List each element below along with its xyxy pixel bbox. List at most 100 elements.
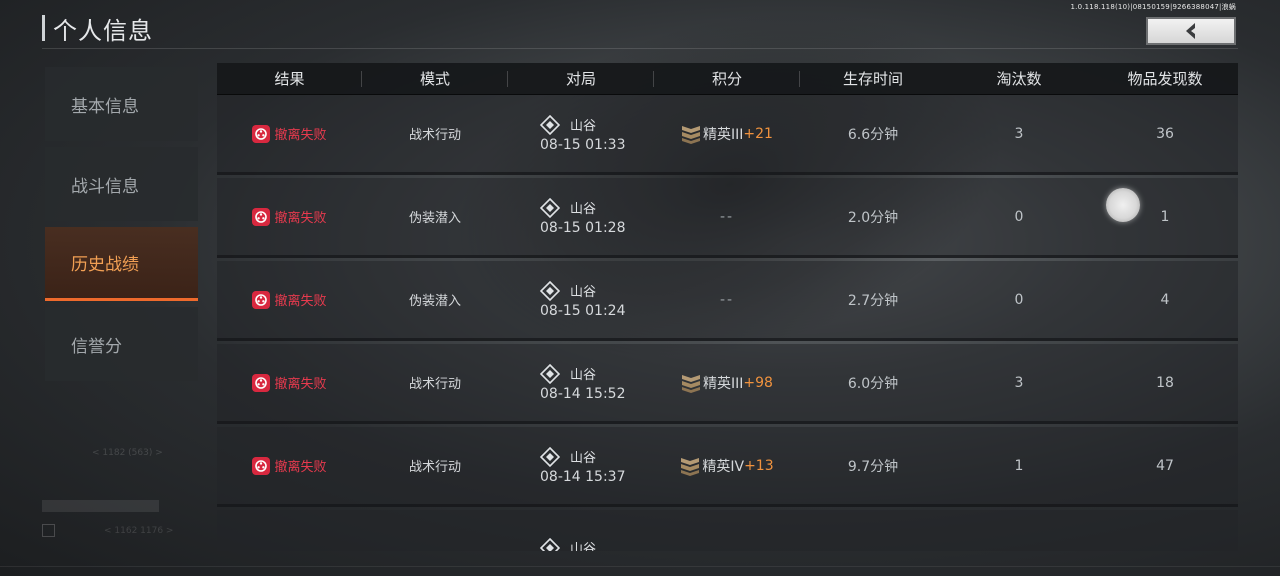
survival-cell: 9.7分钟 <box>800 456 946 476</box>
match-cell: 山谷 08-15 01:24 <box>508 280 654 319</box>
score-empty: -- <box>719 208 735 225</box>
rank-badge-icon <box>680 455 700 477</box>
column-header-score: 积分 <box>654 63 800 95</box>
score-cell: 精英III +21 <box>654 123 800 145</box>
sidebar-item-basic-info[interactable]: 基本信息 <box>45 67 198 141</box>
rank-label: 精英III <box>703 126 744 143</box>
faint-bar <box>42 500 159 512</box>
column-header-match: 对局 <box>508 63 654 95</box>
mode-cell: 战术行动 <box>362 456 508 475</box>
score-delta: +13 <box>744 457 774 474</box>
column-header-items: 物品发现数 <box>1127 69 1203 88</box>
survival-cell: 2.0分钟 <box>800 207 946 227</box>
match-cell: 山谷 08-15 01:28 <box>508 197 654 236</box>
items-count: 36 <box>1156 125 1174 142</box>
score-cell: 精英IV +13 <box>654 455 800 477</box>
version-status-text: 1.0.118.118(10)|08150159|9266388047|浪蜗 <box>1070 3 1236 11</box>
kills-count: 0 <box>1014 208 1024 225</box>
survival-cell: 2.7分钟 <box>800 290 946 310</box>
items-count: 47 <box>1156 457 1174 474</box>
sidebar-item-match-history[interactable]: 历史战绩 <box>45 227 198 301</box>
survival-cell: 6.6分钟 <box>800 124 946 144</box>
sidebar-item-label: 历史战绩 <box>71 255 139 275</box>
score-cell: -- <box>654 292 800 308</box>
rank-label: 精英III <box>703 375 744 392</box>
score-cell: -- <box>654 209 800 225</box>
mode-cell: 伪装潜入 <box>362 207 508 226</box>
items-cell: 47 <box>1092 458 1238 474</box>
touch-cursor <box>1106 188 1140 222</box>
result-text: 撤离失败 <box>274 460 327 475</box>
kills-count: 3 <box>1014 374 1024 391</box>
mode-text: 战术行动 <box>408 377 461 392</box>
result-text: 撤离失败 <box>274 211 327 226</box>
table-header: 结果 模式 对局 积分 生存时间 淘汰数 物品发现数 <box>217 63 1238 95</box>
table-row[interactable]: 撤离失败 伪装潜入 山谷 08-15 01:24 -- 2.7分钟 0 4 <box>217 261 1238 341</box>
match-history-table: 结果 模式 对局 积分 生存时间 淘汰数 物品发现数 撤离失败 战术行动 山谷 08-… <box>217 63 1238 551</box>
map-name: 山谷 <box>570 285 597 300</box>
fail-badge-icon <box>252 290 271 309</box>
kills-cell: 3 <box>946 375 1092 391</box>
result-cell: 撤离失败 <box>217 124 362 143</box>
column-header-survival: 生存时间 <box>842 69 903 88</box>
table-row[interactable]: 撤离失败 伪装潜入 山谷 08-15 01:28 -- 2.0分钟 0 1 <box>217 178 1238 258</box>
table-row[interactable]: 山谷 <box>217 510 1238 551</box>
map-name: 山谷 <box>570 542 597 551</box>
survival-cell: 6.0分钟 <box>800 373 946 393</box>
kills-cell: 0 <box>946 292 1092 308</box>
table-row[interactable]: 撤离失败 战术行动 山谷 08-15 01:33 精英III +21 6.6分钟 3 36 <box>217 95 1238 175</box>
match-time: 08-14 15:37 <box>540 468 626 485</box>
mode-text: 战术行动 <box>408 460 461 475</box>
match-time: 08-15 01:28 <box>540 219 626 236</box>
survival-time: 2.0分钟 <box>847 209 899 226</box>
column-header-mode: 模式 <box>362 63 508 95</box>
sidebar-item-label: 基本信息 <box>71 96 139 117</box>
sidebar-item-label: 信誉分 <box>71 336 122 357</box>
map-pin-icon <box>539 363 561 384</box>
match-cell: 山谷 08-14 15:52 <box>508 363 654 402</box>
table-row[interactable]: 撤离失败 战术行动 山谷 08-14 15:52 精英III +98 6.0分钟 3 18 <box>217 344 1238 424</box>
kills-cell: 0 <box>946 209 1092 225</box>
mode-text: 伪装潜入 <box>408 211 461 226</box>
sidebar-item-label: 战斗信息 <box>71 176 139 197</box>
title-accent-bar <box>42 15 45 41</box>
rank-badge-icon <box>681 123 701 145</box>
survival-time: 9.7分钟 <box>847 458 899 475</box>
map-pin-icon <box>539 114 561 135</box>
items-count: 18 <box>1156 374 1174 391</box>
kills-count: 0 <box>1014 291 1024 308</box>
map-name: 山谷 <box>570 368 597 383</box>
sidebar-item-combat-info[interactable]: 战斗信息 <box>45 147 198 221</box>
map-name: 山谷 <box>570 119 597 134</box>
fail-badge-icon <box>252 456 271 475</box>
kills-cell: 1 <box>946 458 1092 474</box>
faint-coordinate-text: < 1182 (563) > <box>92 448 163 458</box>
fail-badge-icon <box>252 207 271 226</box>
map-name: 山谷 <box>570 202 597 217</box>
map-name: 山谷 <box>570 451 597 466</box>
score-delta: +98 <box>743 374 773 391</box>
mode-text: 战术行动 <box>408 128 461 143</box>
survival-time: 6.6分钟 <box>847 126 899 143</box>
kills-count: 3 <box>1014 125 1024 142</box>
kills-cell: 3 <box>946 126 1092 142</box>
page-title: 个人信息 <box>53 16 153 45</box>
survival-time: 2.7分钟 <box>847 292 899 309</box>
page-header: 个人信息 <box>42 14 153 45</box>
bottom-divider <box>0 566 1280 567</box>
map-pin-icon <box>539 197 561 218</box>
survival-time: 6.0分钟 <box>847 375 899 392</box>
result-cell: 撤离失败 <box>217 207 362 226</box>
table-row[interactable]: 撤离失败 战术行动 山谷 08-14 15:37 精英IV +13 9.7分钟 1 47 <box>217 427 1238 507</box>
result-text: 撤离失败 <box>274 377 327 392</box>
result-text: 撤离失败 <box>274 128 327 143</box>
map-pin-icon <box>539 446 561 467</box>
match-cell: 山谷 08-14 15:37 <box>508 446 654 485</box>
result-text: 撤离失败 <box>274 294 327 309</box>
match-cell: 山谷 <box>508 537 654 551</box>
header-divider <box>42 48 1238 49</box>
mode-cell: 战术行动 <box>362 124 508 143</box>
sidebar-item-credit-score[interactable]: 信誉分 <box>45 307 198 381</box>
back-button[interactable] <box>1146 17 1236 45</box>
match-time: 08-15 01:33 <box>540 136 626 153</box>
